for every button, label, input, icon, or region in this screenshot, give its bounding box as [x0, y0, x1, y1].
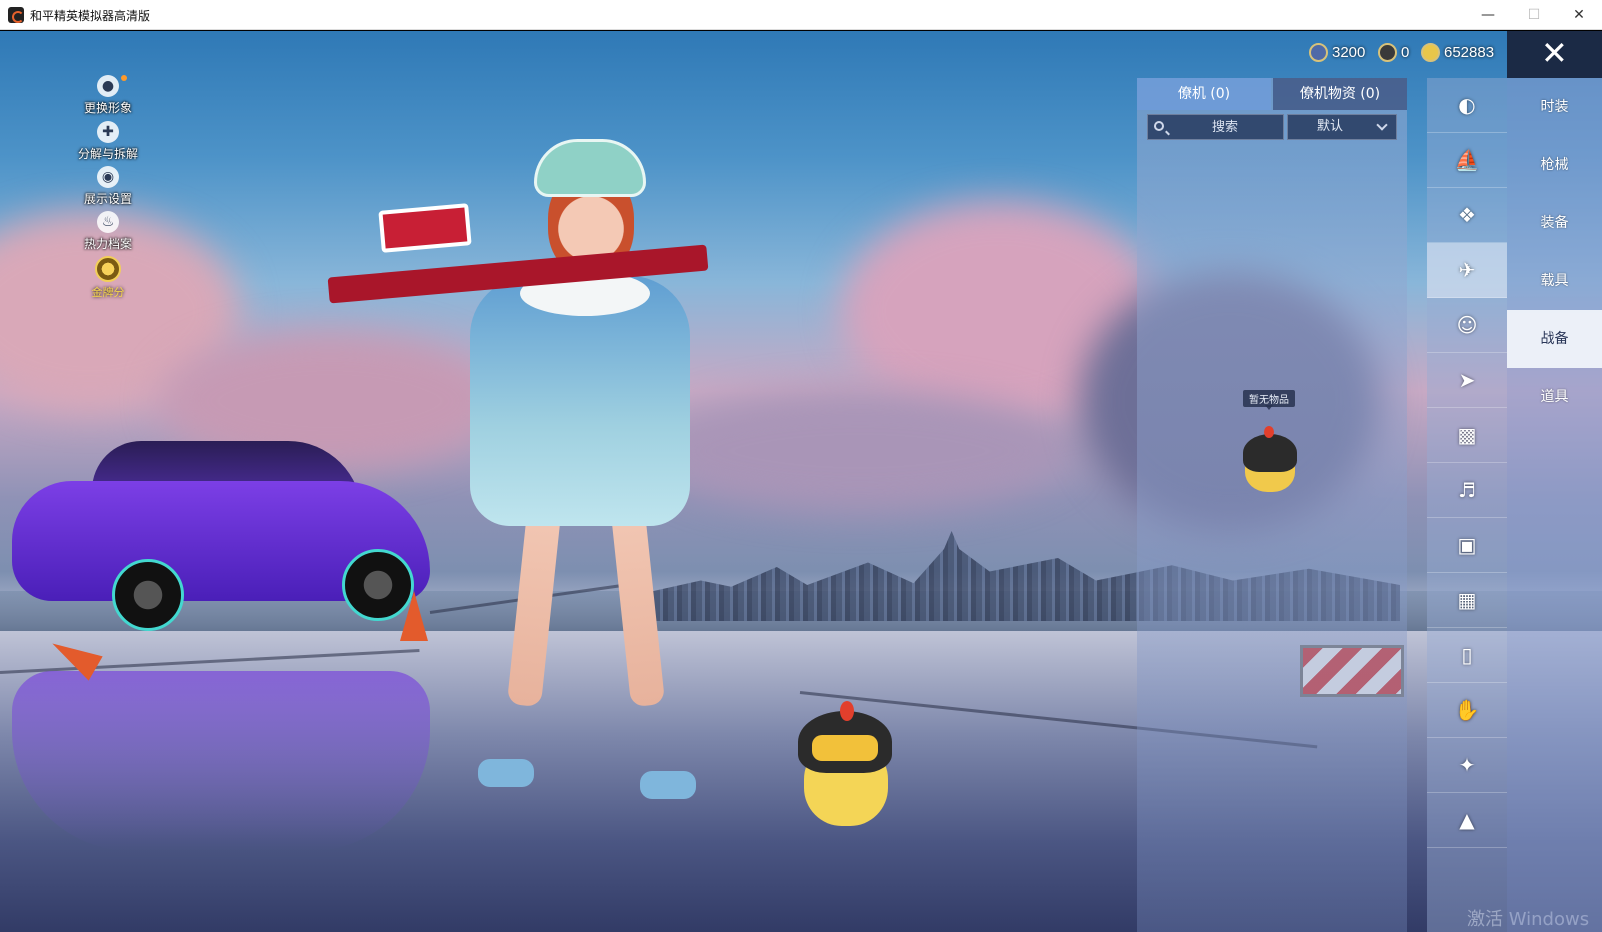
window-title: 和平精英模拟器高清版: [30, 9, 151, 23]
drone-icon: ❖: [1458, 203, 1476, 227]
speaker-icon: ♬: [1458, 478, 1476, 502]
pet-chick[interactable]: [798, 701, 892, 831]
coin-icon: [1309, 43, 1328, 62]
category-column: 时装 枪械 装备 载具 战备 道具: [1507, 78, 1602, 932]
search-box[interactable]: [1147, 114, 1284, 140]
flame-icon: ♨: [97, 211, 119, 233]
subcategory-photo[interactable]: ▦: [1427, 573, 1507, 628]
close-panel-button[interactable]: ✕: [1507, 31, 1602, 78]
subcategory-icon-column: ◐ ⛵ ❖ ✈ ☺ ➤ ▩ ♬ ▣ ▦ ▯ ✋ ✦ ▲: [1427, 78, 1507, 932]
subcategory-boat[interactable]: ⛵: [1427, 133, 1507, 188]
photo-icon: ▦: [1457, 588, 1477, 612]
close-icon: ✕: [1541, 34, 1568, 72]
change-appearance-button[interactable]: ● 更换形象: [75, 75, 141, 119]
eye-icon: ◉: [97, 166, 119, 188]
currency-gold[interactable]: 652883: [1421, 43, 1494, 65]
category-combat-supplies[interactable]: 战备: [1507, 310, 1602, 368]
subcategory-parachute[interactable]: ➤: [1427, 353, 1507, 408]
category-weapons[interactable]: 枪械: [1507, 136, 1602, 194]
subcategory-wand[interactable]: ✦: [1427, 738, 1507, 793]
avatar-icon: ●: [97, 75, 119, 97]
maximize-button[interactable]: ☐: [1511, 0, 1557, 30]
app-icon: [8, 7, 24, 23]
subcategory-gesture[interactable]: ✋: [1427, 683, 1507, 738]
gold-icon: [1421, 43, 1440, 62]
puzzle-icon: ✚: [97, 121, 119, 143]
currency-coins[interactable]: 3200: [1309, 43, 1365, 65]
decompose-button[interactable]: ✚ 分解与拆解: [75, 121, 141, 165]
helmet-icon: ◐: [1458, 93, 1476, 117]
tab-pets[interactable]: 僚机 (0): [1137, 78, 1271, 110]
category-items[interactable]: 道具: [1507, 368, 1602, 426]
emote-icon: ☺: [1456, 313, 1478, 337]
subcategory-helmet[interactable]: ◐: [1427, 78, 1507, 133]
rank-medal-icon: [95, 256, 121, 282]
car-reflection: [12, 671, 430, 851]
subcategory-emote[interactable]: ☺: [1427, 298, 1507, 353]
subcategory-hat[interactable]: ▲: [1427, 793, 1507, 848]
rank-button[interactable]: 金牌分: [75, 256, 141, 300]
search-input[interactable]: [1170, 115, 1280, 139]
heat-archive-button[interactable]: ♨ 热力档案: [75, 211, 141, 255]
wand-icon: ✦: [1458, 753, 1476, 777]
close-window-button[interactable]: ✕: [1556, 0, 1602, 30]
subcategory-chat[interactable]: ▣: [1427, 518, 1507, 573]
subcategory-speaker[interactable]: ♬: [1427, 463, 1507, 518]
currency-tokens[interactable]: 0: [1378, 43, 1409, 65]
minimize-button[interactable]: —: [1465, 0, 1511, 30]
subcategory-spray[interactable]: ▯: [1427, 628, 1507, 683]
chat-icon: ▣: [1457, 533, 1477, 557]
display-settings-button[interactable]: ◉ 展示设置: [75, 166, 141, 210]
window-title-bar: 和平精英模拟器高清版 — ☐ ✕: [0, 0, 1602, 30]
cloud: [650, 391, 1070, 511]
subcategory-robot[interactable]: ▩: [1427, 408, 1507, 463]
pet-thumbnail[interactable]: [1235, 426, 1305, 496]
gesture-icon: ✋: [1454, 698, 1480, 722]
chevron-down-icon: [1376, 119, 1388, 131]
hat-icon: ▲: [1459, 808, 1475, 832]
sort-label: 默认: [1316, 119, 1343, 134]
category-fashion[interactable]: 时装: [1507, 78, 1602, 136]
notification-dot: [121, 75, 127, 81]
category-vehicles[interactable]: 载具: [1507, 252, 1602, 310]
tab-pet-supplies[interactable]: 僚机物资 (0): [1273, 78, 1407, 110]
search-icon: [1154, 121, 1164, 131]
parachute-icon: ➤: [1458, 368, 1476, 392]
boat-icon: ⛵: [1454, 148, 1480, 172]
token-icon: [1378, 43, 1397, 62]
pet-panel: 僚机 (0) 僚机物资 (0) 默认 暂无物品: [1137, 78, 1407, 932]
category-equipment[interactable]: 装备: [1507, 194, 1602, 252]
subcategory-plane[interactable]: ✈: [1427, 243, 1507, 298]
sort-dropdown[interactable]: 默认: [1287, 114, 1397, 140]
spray-icon: ▯: [1461, 643, 1473, 667]
subcategory-drone[interactable]: ❖: [1427, 188, 1507, 243]
plane-icon: ✈: [1458, 258, 1476, 282]
empty-tooltip: 暂无物品: [1243, 390, 1295, 410]
vehicle-car: [12, 441, 430, 631]
traffic-cone: [400, 591, 428, 641]
robot-icon: ▩: [1457, 423, 1477, 447]
